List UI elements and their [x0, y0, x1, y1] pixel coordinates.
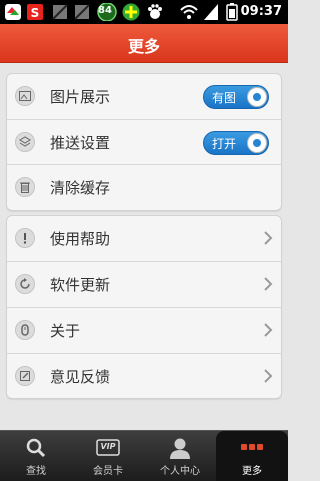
status-bar: S 84 09:37 — [0, 0, 288, 24]
page-title: 更多 — [127, 37, 160, 56]
battery-icon — [226, 3, 238, 21]
nav-label: 查找 — [26, 466, 46, 477]
toggle-knob — [247, 133, 267, 153]
feedback-icon — [15, 366, 35, 386]
svg-text:S: S — [31, 6, 40, 20]
chevron-right-icon — [264, 231, 273, 245]
trash-icon — [15, 177, 35, 197]
app-icon — [5, 4, 21, 20]
nav-item-vip-card[interactable]: VIP 会员卡 — [72, 431, 144, 481]
chevron-right-icon — [264, 277, 273, 291]
settings-row-label: 清除缓存 — [50, 179, 111, 197]
title-bar: 更多 — [0, 24, 288, 63]
push-toggle[interactable]: 打开 — [203, 131, 269, 155]
more-icon — [241, 444, 263, 450]
sohu-icon: S — [27, 4, 43, 20]
settings-row-push[interactable]: 推送设置 打开 — [7, 119, 281, 165]
push-icon — [15, 132, 35, 152]
settings-row-clear-cache[interactable]: 清除缓存 — [7, 164, 281, 210]
info-group: 使用帮助 软件更新 关于 意见反馈 — [6, 215, 282, 399]
image-icon — [74, 4, 90, 20]
info-row-label: 软件更新 — [50, 276, 111, 294]
image-display-toggle[interactable]: 有图 — [203, 85, 269, 109]
info-row-update[interactable]: 软件更新 — [7, 261, 281, 307]
settings-row-label: 推送设置 — [50, 134, 111, 152]
info-row-about[interactable]: 关于 — [7, 307, 281, 353]
person-icon — [170, 438, 190, 459]
nav-item-profile[interactable]: 个人中心 — [144, 431, 216, 481]
plus-icon — [122, 3, 140, 21]
chevron-right-icon — [264, 323, 273, 337]
settings-row-image-display[interactable]: 图片展示 有图 — [7, 74, 281, 119]
info-row-help[interactable]: 使用帮助 — [7, 216, 281, 261]
toggle-label: 有图 — [212, 91, 237, 105]
nav-item-search[interactable]: 查找 — [0, 431, 72, 481]
settings-row-label: 图片展示 — [50, 88, 111, 106]
info-icon — [15, 320, 35, 340]
status-time: 09:37 — [240, 4, 282, 19]
baidu-icon — [148, 4, 162, 19]
nav-label: 个人中心 — [160, 466, 200, 477]
bottom-nav: 查找 VIP 会员卡 个人中心 更多 — [0, 430, 288, 481]
refresh-icon — [15, 274, 35, 294]
signal-icon — [204, 4, 218, 20]
image-icon — [15, 86, 35, 106]
info-row-label: 关于 — [50, 322, 81, 340]
nav-label: 会员卡 — [93, 466, 123, 477]
info-row-feedback[interactable]: 意见反馈 — [7, 353, 281, 398]
nav-item-more[interactable]: 更多 — [216, 431, 288, 481]
battery-saver-badge: 84 — [98, 5, 112, 16]
settings-group: 图片展示 有图 推送设置 打开 清除缓存 — [6, 73, 282, 211]
wifi-icon — [180, 5, 198, 19]
info-row-label: 使用帮助 — [50, 230, 111, 248]
help-icon — [15, 228, 35, 248]
toggle-label: 打开 — [212, 137, 237, 151]
vip-card-icon-text: VIP — [100, 442, 116, 451]
chevron-right-icon — [264, 369, 273, 383]
search-icon — [26, 438, 46, 458]
image-icon — [52, 4, 68, 20]
toggle-knob — [247, 87, 267, 107]
info-row-label: 意见反馈 — [50, 368, 111, 386]
nav-label: 更多 — [242, 466, 262, 477]
